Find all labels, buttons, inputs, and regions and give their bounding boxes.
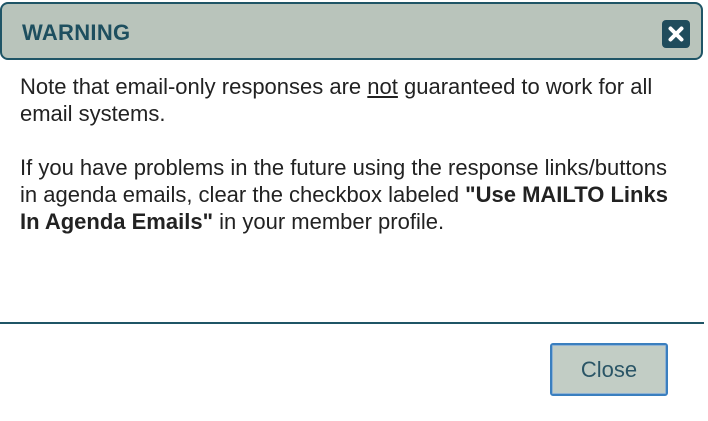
paragraph-2-text-end: in your member profile. bbox=[213, 209, 445, 234]
close-button[interactable]: Close bbox=[550, 343, 668, 396]
paragraph-1-emphasis: not bbox=[367, 74, 398, 99]
close-x-icon[interactable] bbox=[662, 20, 690, 48]
dialog-title-bar: WARNING bbox=[0, 2, 703, 60]
dialog-title: WARNING bbox=[22, 20, 131, 45]
message-paragraph-1: Note that email-only responses are not g… bbox=[20, 73, 688, 127]
footer-divider bbox=[0, 322, 704, 324]
paragraph-1-text-start: Note that email-only responses are bbox=[20, 74, 368, 99]
message-paragraph-2: If you have problems in the future using… bbox=[20, 154, 688, 235]
warning-dialog: WARNING Note that email-only responses a… bbox=[0, 0, 708, 421]
dialog-message: Note that email-only responses are not g… bbox=[20, 73, 688, 235]
